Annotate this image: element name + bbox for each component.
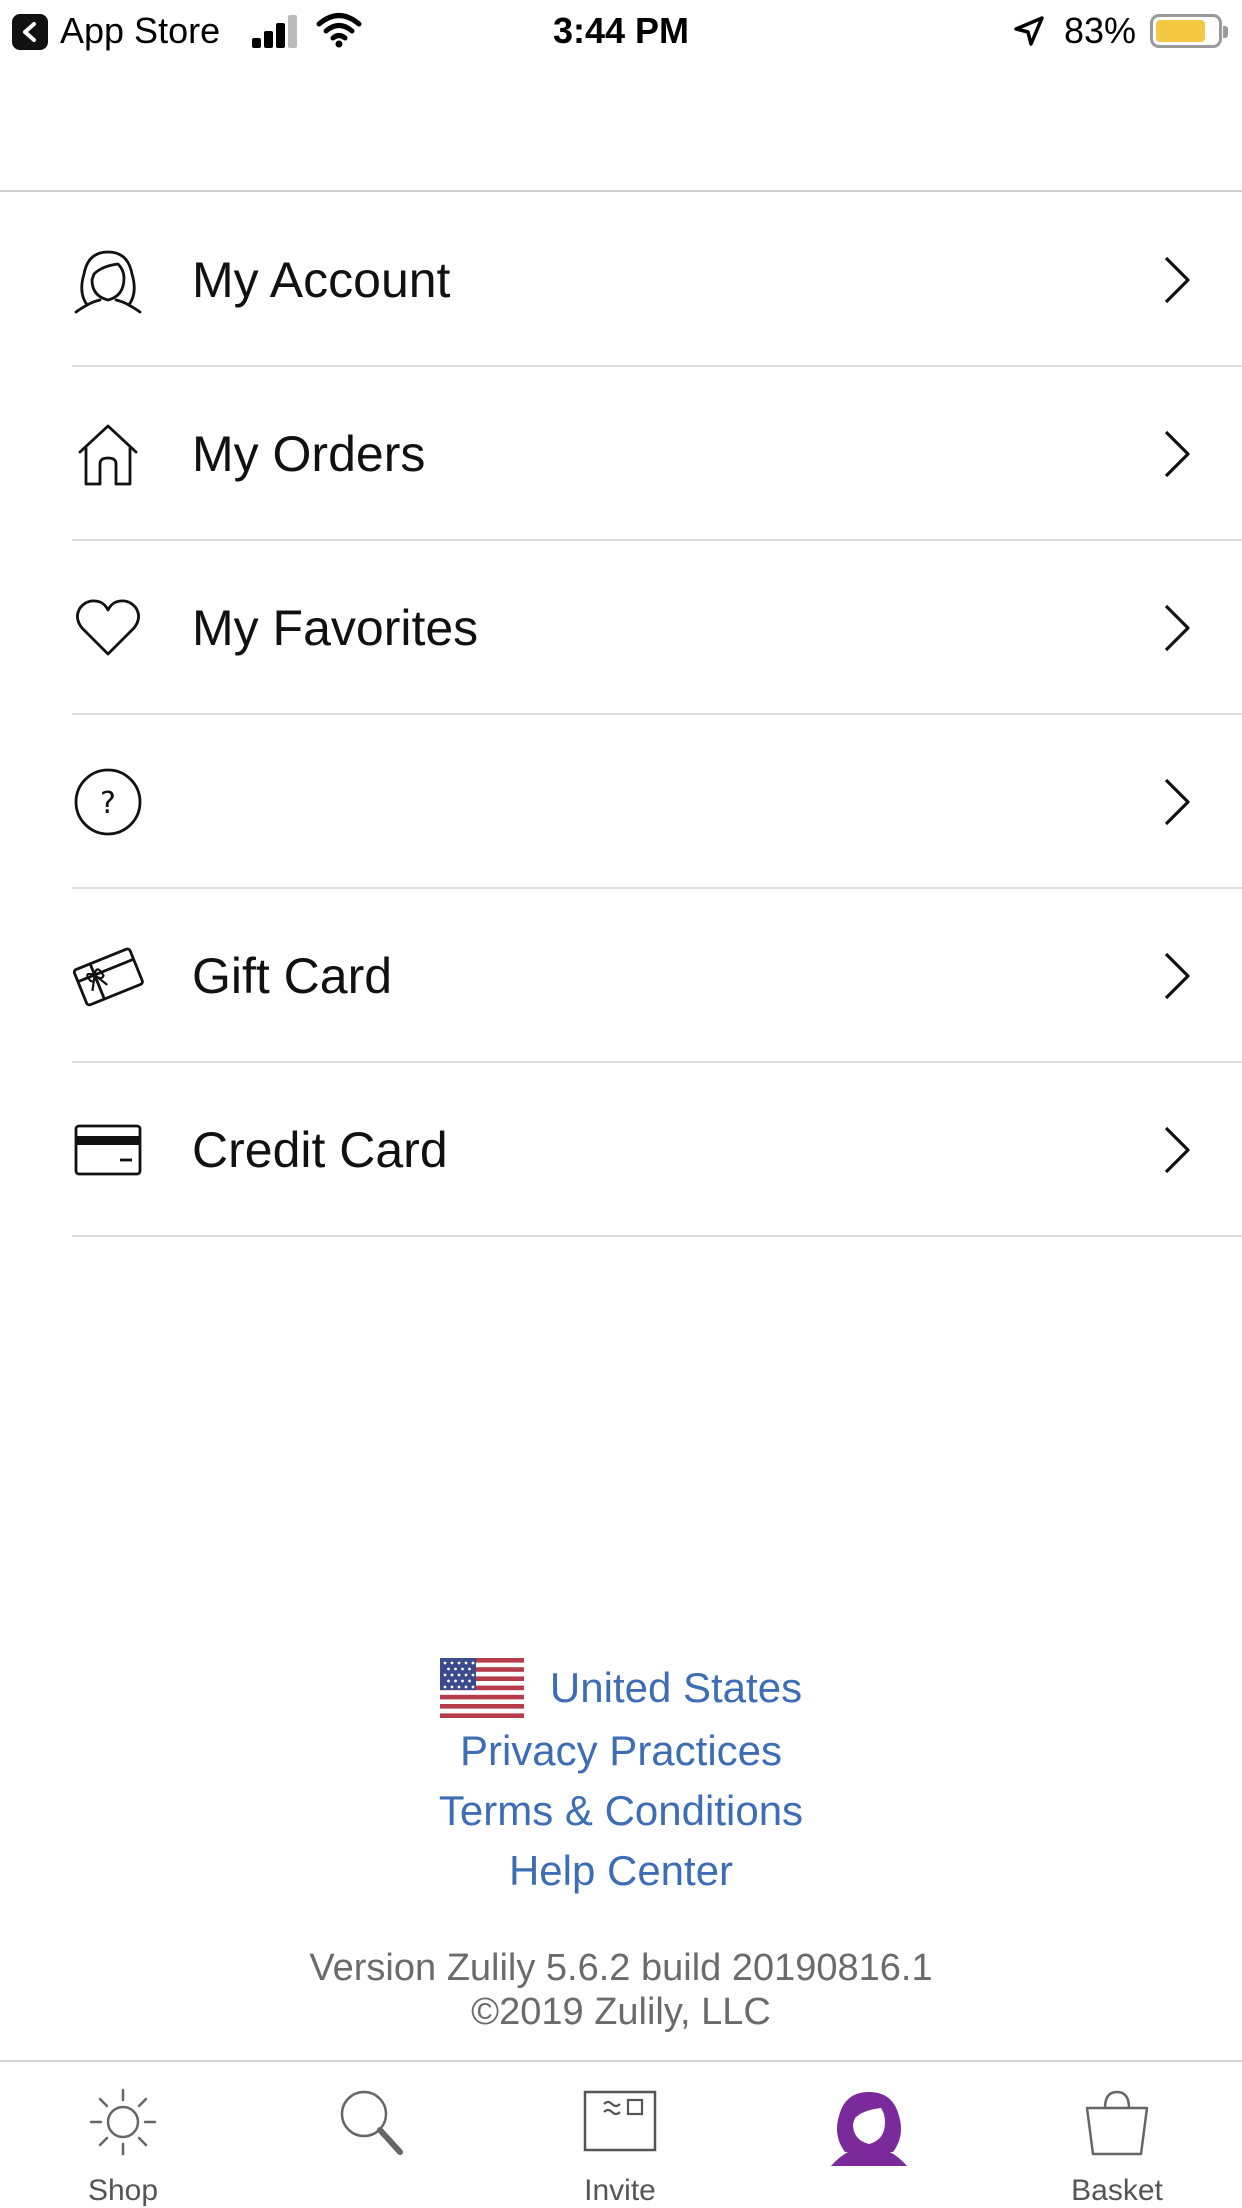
gift-card-icon [72, 947, 144, 1007]
question-circle-icon: ? [74, 768, 142, 836]
copyright-text: ©2019 Zulily, LLC [471, 1991, 771, 2033]
menu-item-label: My Favorites [192, 600, 479, 656]
divider [72, 1235, 1242, 1237]
house-icon [78, 424, 138, 486]
privacy-practices-link[interactable]: Privacy Practices [0, 1721, 1242, 1781]
tab-label: Shop [87, 2174, 159, 2207]
clock: 3:44 PM [552, 10, 690, 51]
credit-card-icon [74, 1124, 142, 1176]
us-flag-icon [439, 1658, 524, 1718]
battery-percent: 83% [1064, 10, 1137, 51]
invite-card-icon [583, 2090, 657, 2152]
chevron-right-icon [1164, 430, 1190, 478]
menu-item-credit-card[interactable]: Credit Card [0, 1063, 1242, 1237]
chevron-right-icon [1164, 604, 1190, 652]
tab-label: Invite [584, 2174, 656, 2207]
chevron-right-icon [1164, 1126, 1190, 1174]
country-link[interactable]: United States [550, 1658, 802, 1718]
menu-item-label: Gift Card [192, 948, 393, 1004]
tab-invite[interactable]: Invite [520, 2062, 720, 2208]
terms-conditions-link[interactable]: Terms & Conditions [0, 1781, 1242, 1841]
account-avatar-icon [831, 2092, 907, 2166]
menu-item-my-favorites[interactable]: My Favorites [0, 541, 1242, 715]
status-bar: App Store 3:44 PM 83% [0, 0, 1242, 62]
svg-text:?: ? [100, 786, 116, 821]
chevron-right-icon [1164, 952, 1190, 1000]
menu-item-label: My Orders [192, 426, 426, 482]
menu-item-label: Credit Card [192, 1122, 448, 1178]
menu-item-my-orders[interactable]: My Orders [0, 367, 1242, 541]
tab-basket[interactable]: Basket [1017, 2062, 1217, 2208]
menu-item-help[interactable]: ? [0, 715, 1242, 889]
nav-header [0, 62, 1242, 192]
location-arrow-icon [1014, 16, 1044, 46]
battery-icon [1150, 14, 1228, 48]
tab-shop[interactable]: Shop [23, 2062, 223, 2208]
tab-search[interactable] [272, 2062, 472, 2208]
sun-icon [89, 2088, 157, 2156]
menu-item-my-account[interactable]: My Account [0, 193, 1242, 367]
user-avatar-icon [74, 250, 142, 314]
version-info: Version Zulily 5.6.2 build 20190816.1 ©2… [0, 1946, 1242, 2034]
chevron-right-icon [1164, 256, 1190, 304]
menu-item-gift-card[interactable]: Gift Card [0, 889, 1242, 1063]
shopping-bag-icon [1085, 2090, 1149, 2156]
tab-bar: Shop Invite Basket [0, 2060, 1242, 2208]
menu-item-label: My Account [192, 252, 451, 308]
country-selector[interactable]: United States [0, 1655, 1242, 1721]
account-menu-list: My Account My Orders My Favorites ? Gift… [0, 193, 1242, 1237]
footer-links: United States Privacy Practices Terms & … [0, 1655, 1242, 1901]
tab-account[interactable] [769, 2062, 969, 2208]
help-center-link[interactable]: Help Center [0, 1841, 1242, 1901]
chevron-right-icon [1164, 778, 1190, 826]
search-icon [340, 2090, 403, 2155]
heart-icon [76, 599, 140, 656]
tab-label: Basket [1071, 2174, 1163, 2207]
version-text: Version Zulily 5.6.2 build 20190816.1 [309, 1947, 933, 1989]
